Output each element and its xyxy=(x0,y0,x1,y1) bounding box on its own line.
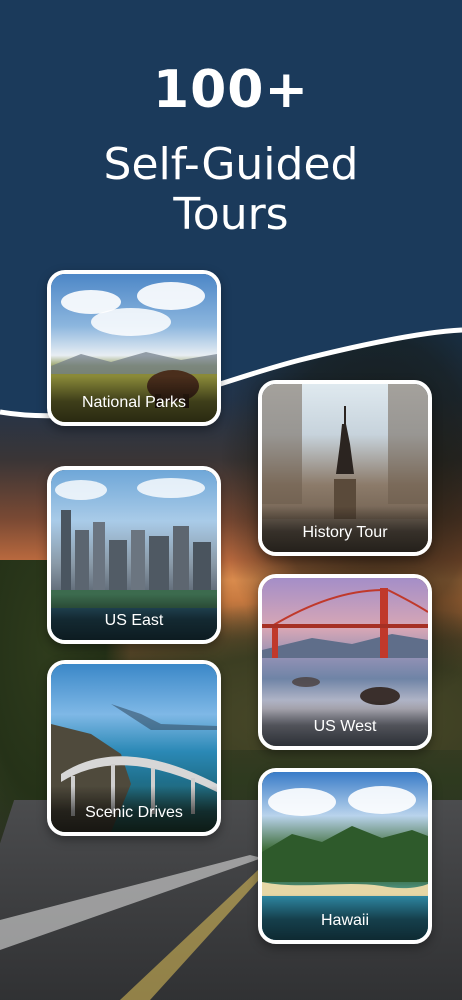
subtitle-line-2: Tours xyxy=(173,189,289,240)
promo-screen: 100+ Self-Guided Tours National Parks Hi… xyxy=(0,0,462,1000)
tour-card-us-east[interactable]: US East xyxy=(47,466,221,644)
tour-card-history-tour[interactable]: History Tour xyxy=(258,380,432,556)
tour-label-history-tour: History Tour xyxy=(302,524,388,541)
tour-card-us-west[interactable]: US West xyxy=(258,574,432,750)
tour-card-scenic-drives[interactable]: Scenic Drives xyxy=(47,660,221,836)
tour-label-us-west: US West xyxy=(313,718,377,735)
tour-label-hawaii: Hawaii xyxy=(320,912,369,929)
title-count: 100+ xyxy=(152,60,310,120)
tour-label-scenic-drives: Scenic Drives xyxy=(85,804,183,821)
subtitle-line-1: Self-Guided xyxy=(103,139,359,190)
title-subtitle: Self-Guided Tours xyxy=(0,140,462,240)
tour-label-us-east: US East xyxy=(104,612,164,629)
tour-card-national-parks[interactable]: National Parks xyxy=(47,270,221,426)
tour-label-national-parks: National Parks xyxy=(81,394,187,411)
tour-card-hawaii[interactable]: Hawaii xyxy=(258,768,432,944)
